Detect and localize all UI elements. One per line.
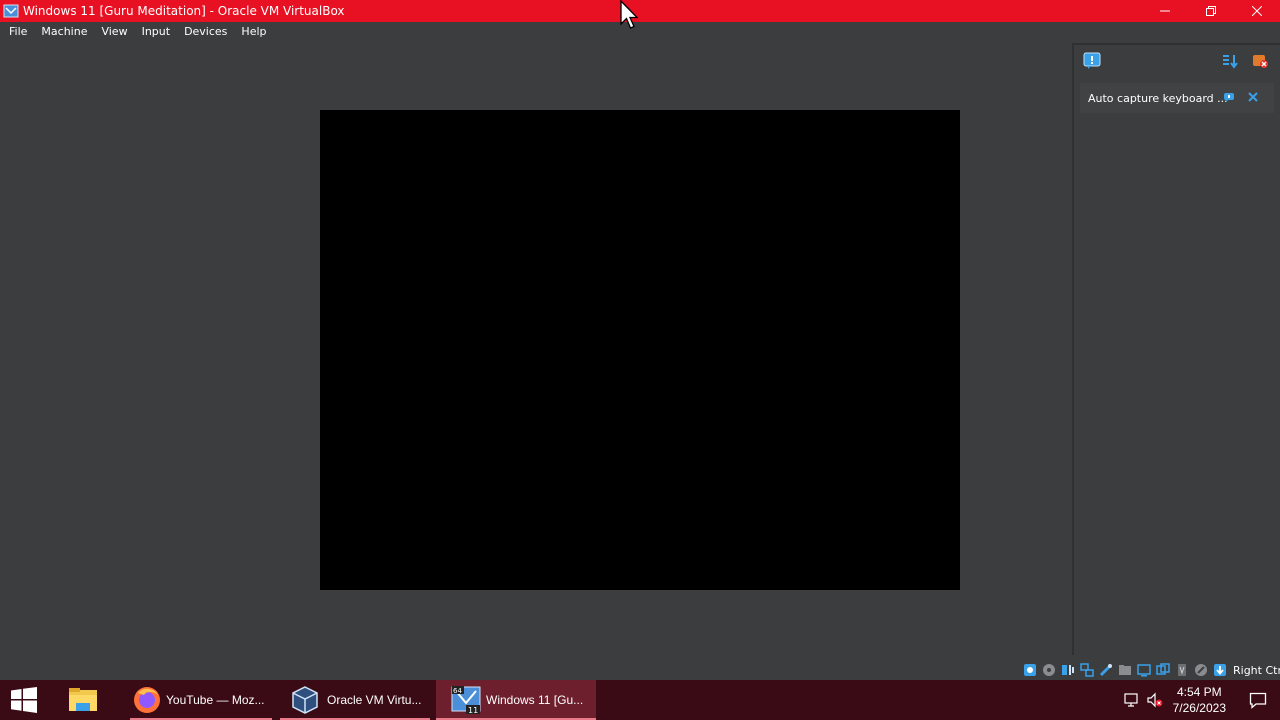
firefox-icon xyxy=(134,687,160,713)
minimize-icon xyxy=(1160,10,1170,12)
keyboard-capture-status[interactable] xyxy=(1212,662,1228,678)
video-capture-icon xyxy=(1156,663,1170,675)
notification-center-icon xyxy=(1083,52,1101,69)
notification-center-toggle-button[interactable] xyxy=(1082,51,1102,71)
menu-devices[interactable]: Devices xyxy=(177,22,234,42)
host-key-label[interactable]: Right Ctrl xyxy=(1233,664,1280,677)
action-center-button[interactable] xyxy=(1236,680,1280,720)
taskbar-app-label: Oracle VM Virtu... xyxy=(327,693,422,707)
virtualbox-icon xyxy=(292,686,318,714)
vm-badge-top: 64 xyxy=(453,687,462,695)
status-bar: Right Ctrl xyxy=(1022,660,1280,680)
taskbar-app-label: YouTube — Moz... xyxy=(166,693,265,707)
dismiss-icon xyxy=(1248,92,1258,102)
usb-icon xyxy=(1099,664,1112,677)
virtualbox-app-icon xyxy=(3,4,19,18)
usb-status[interactable] xyxy=(1098,662,1114,678)
hard-disk-icon xyxy=(1024,664,1036,676)
system-tray: 4:54 PM 7/26/2023 xyxy=(1119,680,1280,720)
sort-icon xyxy=(1223,55,1238,69)
vm-display[interactable] xyxy=(320,110,960,590)
optical-disc-icon xyxy=(1043,664,1055,676)
optical-drive-status[interactable] xyxy=(1041,662,1057,678)
close-all-icon xyxy=(1253,55,1268,68)
mouse-cursor-icon xyxy=(620,0,638,29)
menu-file[interactable]: File xyxy=(2,22,34,42)
restore-icon xyxy=(1206,6,1216,16)
window-title: Windows 11 [Guru Meditation] - Oracle VM… xyxy=(23,4,345,18)
display-status[interactable] xyxy=(1136,662,1152,678)
close-all-button[interactable] xyxy=(1250,51,1270,71)
menu-view[interactable]: View xyxy=(94,22,134,42)
notification-help-button[interactable] xyxy=(1222,90,1236,104)
clock-time: 4:54 PM xyxy=(1176,685,1222,699)
clock-date: 7/26/2023 xyxy=(1172,701,1226,715)
minimize-button[interactable] xyxy=(1142,0,1188,22)
mouse-integration-icon xyxy=(1195,664,1207,676)
audio-icon xyxy=(1062,665,1074,675)
network-status[interactable] xyxy=(1079,662,1095,678)
taskbar-app-label: Windows 11 [Gu... xyxy=(486,693,584,707)
hard-disk-status[interactable] xyxy=(1022,662,1038,678)
vt-x-status[interactable] xyxy=(1174,662,1190,678)
display-icon xyxy=(1137,664,1151,677)
notification-item[interactable]: Auto capture keyboard ... xyxy=(1080,83,1274,113)
sort-button[interactable] xyxy=(1220,51,1240,71)
notification-text: Auto capture keyboard ... xyxy=(1088,91,1228,105)
volume-tray-button[interactable] xyxy=(1143,680,1167,720)
start-button[interactable] xyxy=(0,680,48,720)
close-button[interactable] xyxy=(1234,0,1280,22)
taskbar-app-firefox[interactable]: YouTube — Moz... xyxy=(130,680,272,720)
shared-folders-status[interactable] xyxy=(1117,662,1133,678)
taskbar: YouTube — Moz... Oracle VM Virtu... 64 1… xyxy=(0,680,1280,720)
menu-help[interactable]: Help xyxy=(234,22,273,42)
notification-dismiss-button[interactable] xyxy=(1246,90,1260,104)
host-key-arrow-icon xyxy=(1214,664,1226,676)
shared-folder-icon xyxy=(1119,665,1131,675)
taskbar-app-virtualbox[interactable]: Oracle VM Virtu... xyxy=(280,680,430,720)
network-tray-icon xyxy=(1124,693,1138,707)
volume-muted-icon xyxy=(1147,692,1163,708)
close-icon xyxy=(1252,6,1262,16)
notification-center-panel: Auto capture keyboard ... xyxy=(1072,43,1280,655)
taskbar-app-vm-window[interactable]: 64 11 Windows 11 [Gu... xyxy=(436,680,596,720)
notification-icon xyxy=(1249,692,1267,709)
menu-machine[interactable]: Machine xyxy=(34,22,94,42)
audio-status[interactable] xyxy=(1060,662,1076,678)
vm-window-icon: 64 11 xyxy=(451,686,481,715)
menu-input[interactable]: Input xyxy=(135,22,177,42)
cpu-icon xyxy=(1178,664,1186,676)
network-tray-button[interactable] xyxy=(1119,680,1143,720)
clock[interactable]: 4:54 PM 7/26/2023 xyxy=(1173,684,1226,716)
network-icon xyxy=(1080,663,1094,677)
file-explorer-icon xyxy=(69,688,97,711)
windows-logo-icon xyxy=(11,687,37,713)
recording-status[interactable] xyxy=(1155,662,1171,678)
title-bar[interactable]: Windows 11 [Guru Meditation] - Oracle VM… xyxy=(0,0,1280,22)
vm-badge-bottom: 11 xyxy=(468,706,478,715)
restore-button[interactable] xyxy=(1188,0,1234,22)
mouse-integration-status[interactable] xyxy=(1193,662,1209,678)
notification-center-header xyxy=(1074,45,1280,79)
menu-bar: File Machine View Input Devices Help xyxy=(0,22,1280,42)
help-icon xyxy=(1224,93,1234,102)
taskbar-file-explorer[interactable] xyxy=(48,680,118,720)
